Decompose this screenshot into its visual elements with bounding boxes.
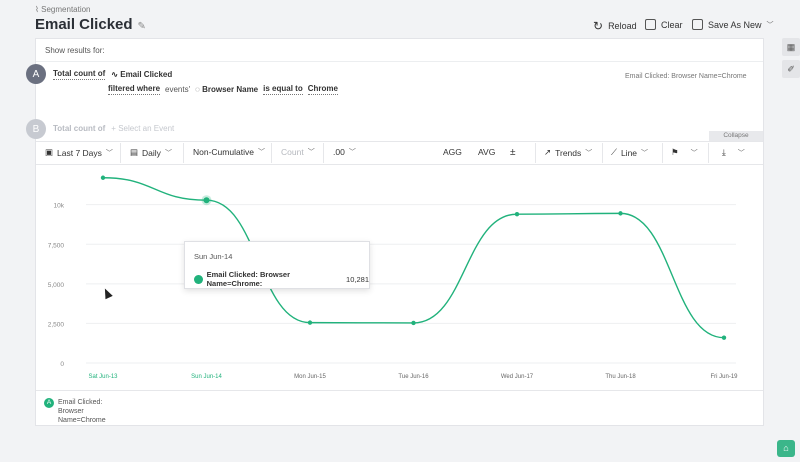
calendar-icon: ▣ xyxy=(45,147,54,157)
interval-dropdown[interactable]: ▤ Daily ﹀ xyxy=(130,147,172,158)
event-selector[interactable]: ∿ Email Clicked xyxy=(111,70,172,79)
tooltip-date: Sun Jun-14 xyxy=(194,252,233,261)
x-tick-label: Tue Jun-16 xyxy=(398,374,429,380)
reload-button[interactable]: ↻ Reload xyxy=(593,19,637,33)
show-results-label: Show results for: xyxy=(45,46,105,55)
table-view-icon[interactable]: ▦ xyxy=(782,38,800,56)
y-tick-label: 5,000 xyxy=(48,282,65,289)
y-tick-label: 10k xyxy=(54,203,65,210)
separator xyxy=(535,143,536,163)
trend-icon: ↗ xyxy=(544,147,552,157)
y-tick-label: 0 xyxy=(60,361,64,368)
clear-button[interactable]: Clear xyxy=(645,19,683,30)
x-tick-label: Sat Jun-13 xyxy=(88,374,118,380)
separator xyxy=(120,143,121,163)
agg-button[interactable]: AGG xyxy=(443,147,462,157)
data-point xyxy=(411,320,416,326)
operator-selector[interactable]: is equal to xyxy=(263,84,303,95)
data-point xyxy=(721,335,727,340)
y-tick-label: 2,500 xyxy=(48,321,65,328)
save-icon xyxy=(692,19,703,30)
legend-label: Email Clicked: Browser Name=Chrome xyxy=(58,399,106,424)
data-point xyxy=(100,175,106,180)
legend-badge: A xyxy=(44,398,54,408)
value-selector[interactable]: Chrome xyxy=(307,84,338,95)
separator xyxy=(662,143,663,163)
annotation-dropdown[interactable]: ⚑ ﹀ xyxy=(671,147,698,158)
query-a-row: Total count of ∿ Email Clicked xyxy=(53,69,172,80)
chevron-down-icon: ﹀ xyxy=(690,149,698,157)
x-tick-label: Mon Jun-15 xyxy=(294,374,326,380)
separator xyxy=(183,143,184,163)
chevron-down-icon: ﹀ xyxy=(257,149,265,156)
divider xyxy=(36,390,763,391)
chart-type-dropdown[interactable]: ⟋ Line ﹀ xyxy=(611,147,648,158)
breadcrumb[interactable]: ⌇ Segmentation xyxy=(35,5,91,14)
x-tick-label: Thu Jun-18 xyxy=(605,374,636,380)
reload-icon: ↻ xyxy=(593,19,604,33)
query-a-summary: Email Clicked: Browser Name=Chrome xyxy=(625,73,747,80)
series-dot xyxy=(194,274,203,284)
separator xyxy=(271,143,272,163)
query-a-badge: A xyxy=(26,64,46,84)
select-event-input[interactable]: + Select an Event xyxy=(111,124,174,133)
x-tick-label: Fri Jun-19 xyxy=(710,374,738,380)
chat-icon[interactable]: ⌂ xyxy=(777,440,795,457)
x-tick-label: Sun Jun-14 xyxy=(191,374,222,380)
query-b-row: Total count of + Select an Event xyxy=(53,124,174,133)
brush-icon[interactable]: ✐ xyxy=(782,60,800,78)
decimals-dropdown[interactable]: .00 ﹀ xyxy=(333,147,356,157)
query-b-badge: B xyxy=(26,119,46,139)
events-label: events' xyxy=(165,85,191,94)
divider xyxy=(36,61,763,62)
chevron-down-icon: ﹀ xyxy=(641,149,649,157)
count-dropdown[interactable]: Count ﹀ xyxy=(281,147,315,157)
data-point-highlighted xyxy=(203,197,210,204)
data-point xyxy=(307,320,313,325)
data-point xyxy=(514,211,520,217)
chevron-down-icon: ﹀ xyxy=(737,149,745,157)
query-a-filter-row: filtered where events' ◌ Browser Name is… xyxy=(108,84,338,95)
tooltip-value: 10,281 xyxy=(346,274,369,284)
x-tick-label: Wed Jun-17 xyxy=(501,374,534,380)
save-as-new-button[interactable]: Save As New ﹀ xyxy=(692,19,774,30)
export-dropdown[interactable]: ⤓ ﹀ xyxy=(722,147,745,158)
chart-tooltip: Sun Jun-14 Email Clicked: Browser Name=C… xyxy=(184,241,370,289)
clear-icon xyxy=(645,19,656,30)
event-icon: ∿ xyxy=(111,70,121,79)
flag-icon: ⚑ xyxy=(671,147,679,157)
formula-icon[interactable]: ± xyxy=(510,147,516,158)
avg-button[interactable]: AVG xyxy=(478,147,495,157)
line-chart[interactable]: 0 2,500 5,000 7,500 10k Sat Jun-13 Sun Jun-14 M… xyxy=(36,166,763,386)
separator xyxy=(602,143,603,163)
tooltip-row: Email Clicked: Browser Name=Chrome: 10,2… xyxy=(194,270,369,288)
chevron-down-icon: ﹀ xyxy=(307,149,315,156)
separator xyxy=(323,143,324,163)
chart-legend[interactable]: A Email Clicked: Browser Name=Chrome xyxy=(44,398,128,425)
cumulative-dropdown[interactable]: Non-Cumulative ﹀ xyxy=(193,147,265,157)
calendar-clock-icon: ▤ xyxy=(130,147,139,157)
collapse-button[interactable]: Collapse xyxy=(709,131,763,141)
chevron-down-icon: ﹀ xyxy=(348,149,356,156)
line-chart-icon: ⟋ xyxy=(611,147,617,157)
y-tick-label: 7,500 xyxy=(48,242,65,249)
chevron-down-icon: ﹀ xyxy=(105,149,113,157)
separator xyxy=(708,143,709,163)
pencil-icon[interactable]: ✎ xyxy=(138,21,146,32)
property-selector[interactable]: ◌ Browser Name xyxy=(195,85,258,94)
measure-selector-b[interactable]: Total count of xyxy=(53,124,105,133)
page-title: Email Clicked ✎ xyxy=(35,16,146,33)
date-range-dropdown[interactable]: ▣ Last 7 Days ﹀ xyxy=(45,147,113,158)
chevron-down-icon: ﹀ xyxy=(585,149,593,157)
chevron-down-icon: ﹀ xyxy=(164,149,172,157)
tooltip-series-label: Email Clicked: Browser Name=Chrome: xyxy=(206,270,291,288)
download-icon: ⤓ xyxy=(722,147,726,157)
data-point xyxy=(618,211,623,216)
chevron-down-icon: ﹀ xyxy=(766,21,774,29)
filter-where-label[interactable]: filtered where xyxy=(108,84,161,95)
measure-selector[interactable]: Total count of xyxy=(53,69,106,80)
trends-dropdown[interactable]: ↗ Trends ﹀ xyxy=(544,147,592,158)
